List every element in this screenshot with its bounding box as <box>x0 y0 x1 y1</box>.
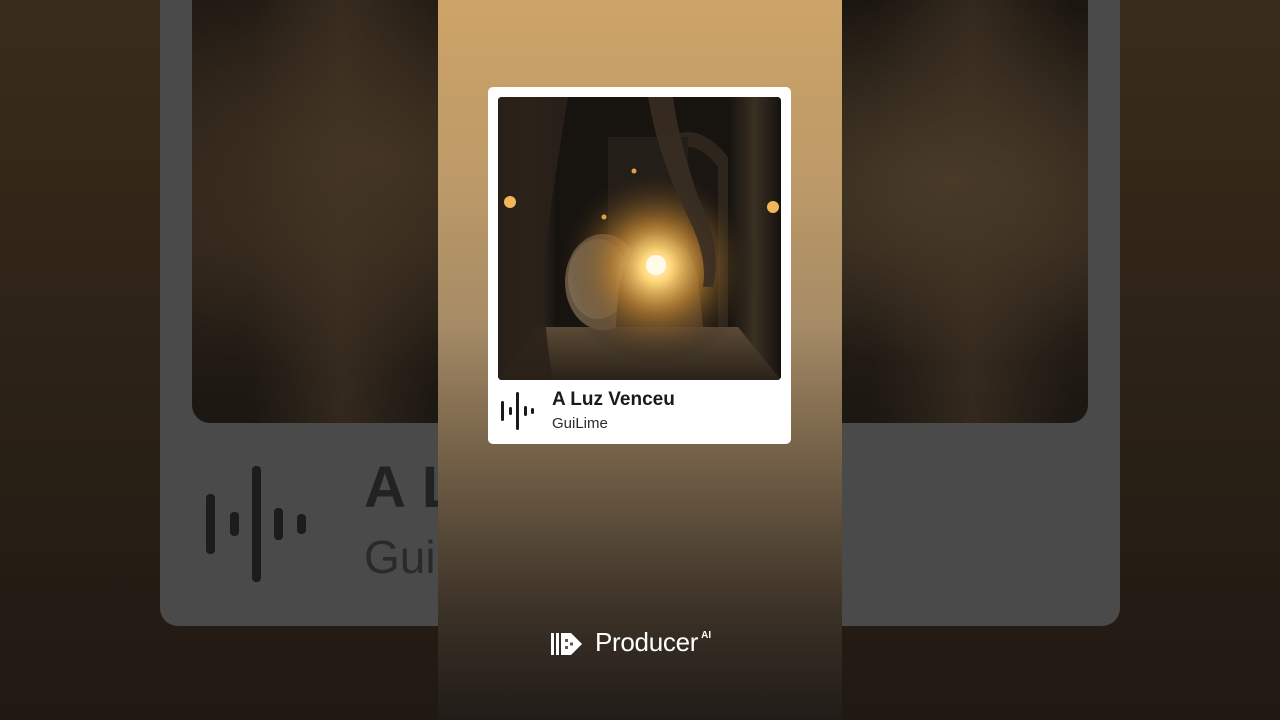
audio-waveform-icon <box>501 392 534 430</box>
background-track-artist: Gui <box>364 531 436 583</box>
brand-name: Producer <box>595 627 699 657</box>
center-video-panel: A Luz Venceu GuiLime Producer AI <box>438 0 842 720</box>
brand-superscript: AI <box>701 630 712 641</box>
track-title: A Luz Venceu <box>552 389 675 410</box>
cover-art-image <box>498 97 781 380</box>
producer-logo-icon <box>551 633 582 655</box>
producer-brand: Producer AI <box>551 626 711 660</box>
background-waveform-icon <box>206 466 306 582</box>
track-artist[interactable]: GuiLime <box>552 415 608 432</box>
track-card[interactable]: A Luz Venceu GuiLime <box>488 87 791 444</box>
